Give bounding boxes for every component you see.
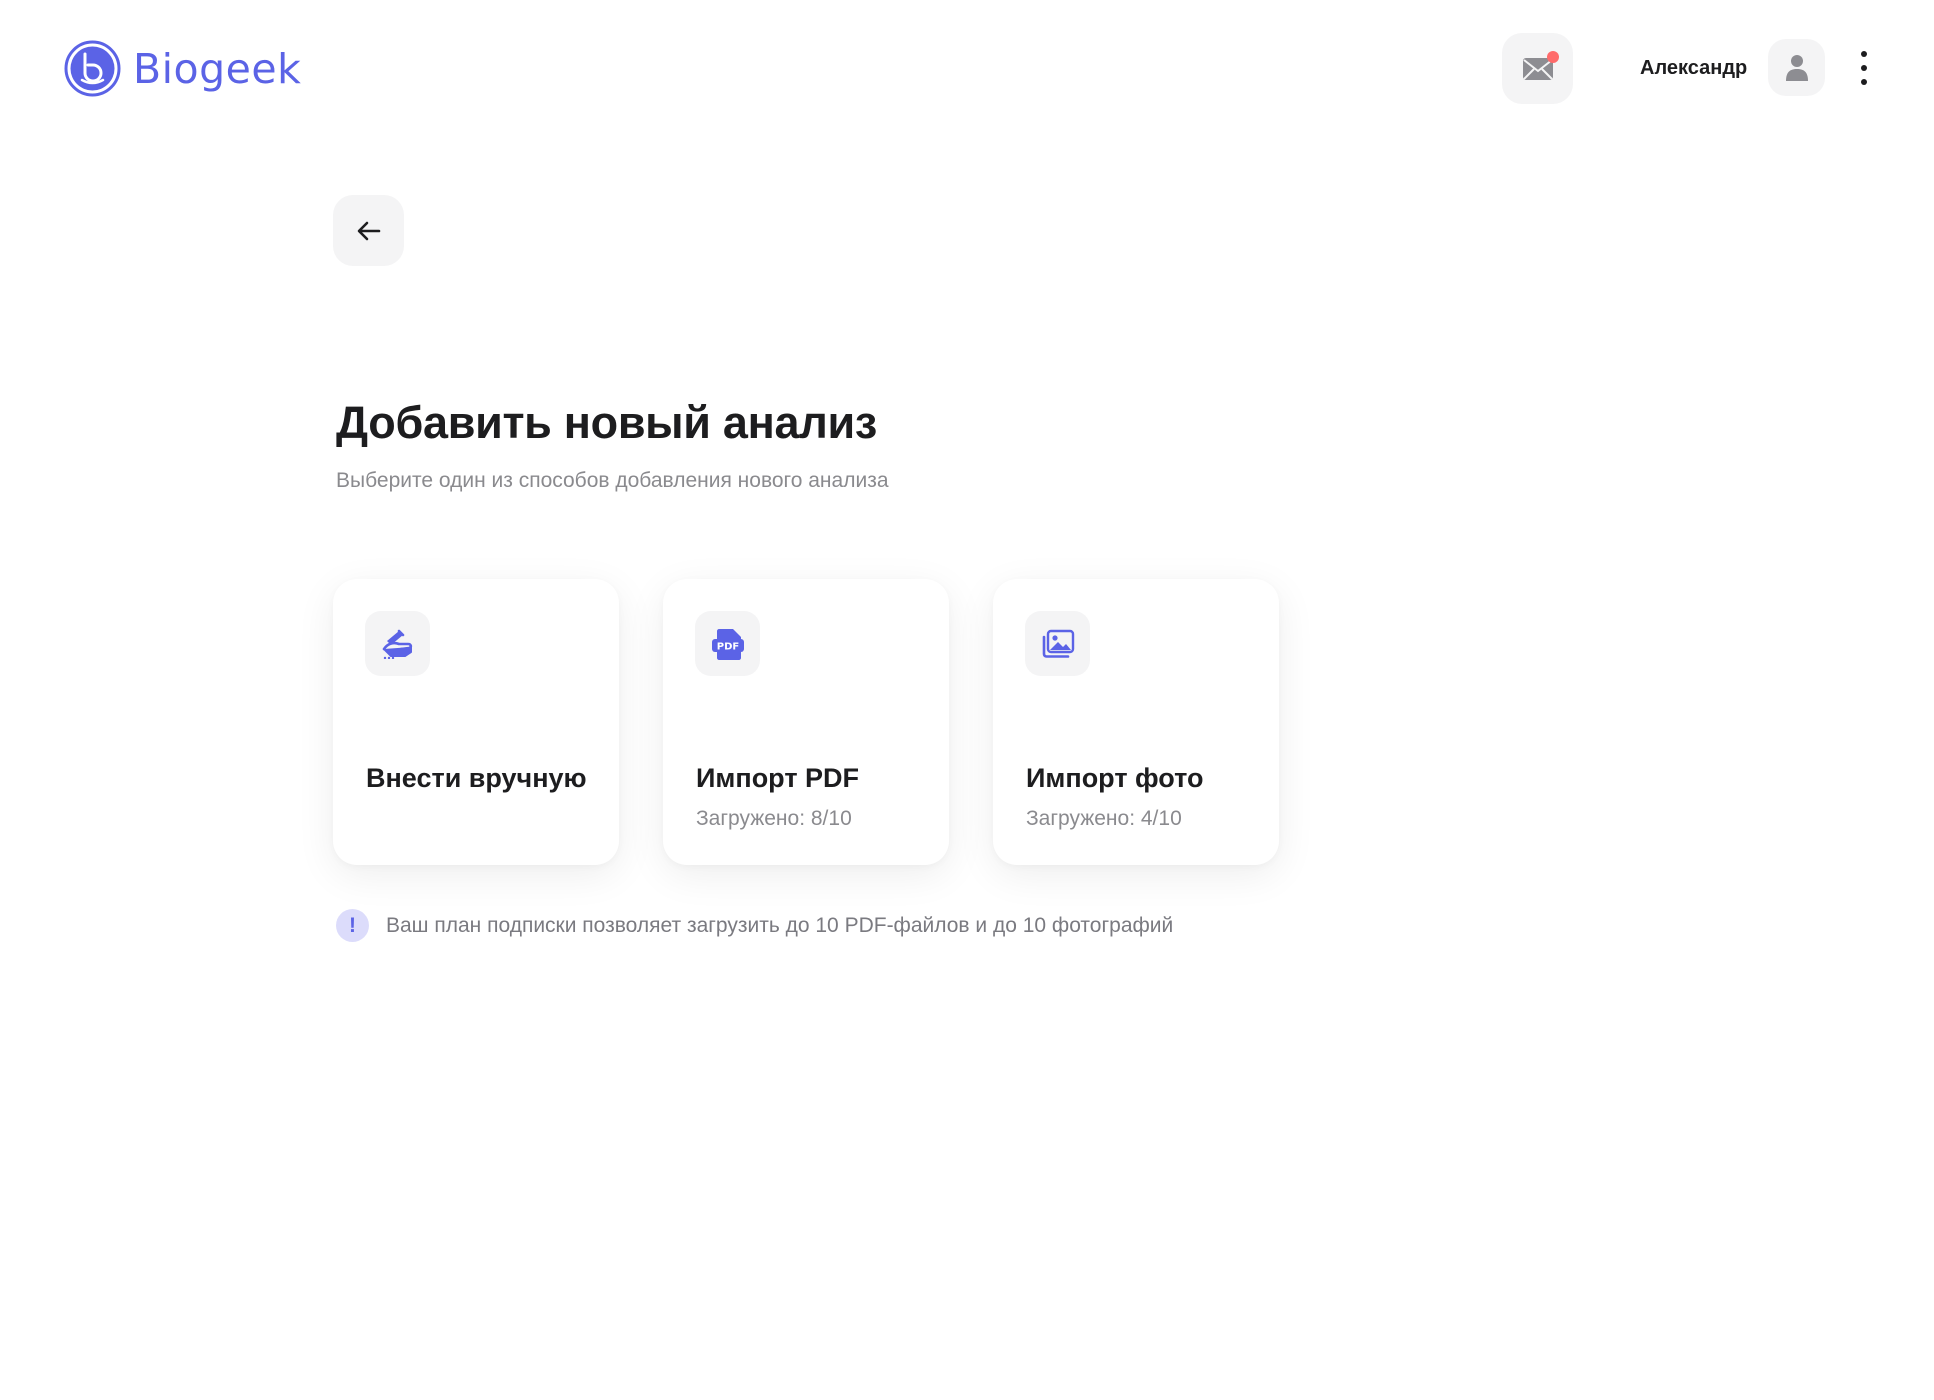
notice-text: Ваш план подписки позволяет загрузить до… <box>386 913 1174 937</box>
card-icon-box <box>365 611 430 676</box>
svg-text:PDF: PDF <box>716 641 738 652</box>
card-subtitle: Загружено: 4/10 <box>1026 807 1182 830</box>
brand-logo[interactable]: Biogeek <box>64 40 301 97</box>
biogeek-logo-icon <box>64 40 121 97</box>
pdf-file-icon: PDF <box>711 628 744 660</box>
page: Biogeek Александр Добавить новый анализ … <box>0 0 1934 1400</box>
page-title: Добавить новый анализ <box>336 397 877 448</box>
card-title: Импорт фото <box>1026 763 1204 793</box>
card-icon-box <box>1025 611 1090 676</box>
subscription-notice: ! Ваш план подписки позволяет загрузить … <box>336 909 1173 942</box>
card-subtitle: Загружено: 8/10 <box>696 807 852 830</box>
back-button[interactable] <box>333 195 404 266</box>
import-photo-card[interactable]: Импорт фото Загружено: 4/10 <box>993 579 1279 865</box>
card-title: Внести вручную <box>366 763 587 793</box>
kebab-dot-icon <box>1861 65 1867 71</box>
exclamation-icon: ! <box>336 909 369 942</box>
user-icon <box>1785 54 1808 81</box>
user-name[interactable]: Александр <box>1640 57 1747 80</box>
kebab-dot-icon <box>1861 79 1867 85</box>
messages-button[interactable] <box>1502 33 1573 104</box>
manual-entry-card[interactable]: Внести вручную <box>333 579 619 865</box>
add-method-cards: Внести вручную PDF Импорт PDF Загружено:… <box>333 579 1279 865</box>
card-title: Импорт PDF <box>696 763 860 793</box>
arrow-left-icon <box>357 221 380 240</box>
more-menu-button[interactable] <box>1852 51 1876 85</box>
hand-writing-icon <box>382 629 412 659</box>
photo-gallery-icon <box>1042 629 1074 658</box>
card-icon-box: PDF <box>695 611 760 676</box>
notification-dot <box>1547 51 1559 63</box>
brand-name: Biogeek <box>133 44 302 93</box>
import-pdf-card[interactable]: PDF Импорт PDF Загружено: 8/10 <box>663 579 949 865</box>
page-subtitle: Выберите один из способов добавления нов… <box>336 469 889 492</box>
avatar[interactable] <box>1768 39 1825 96</box>
kebab-dot-icon <box>1861 51 1867 57</box>
